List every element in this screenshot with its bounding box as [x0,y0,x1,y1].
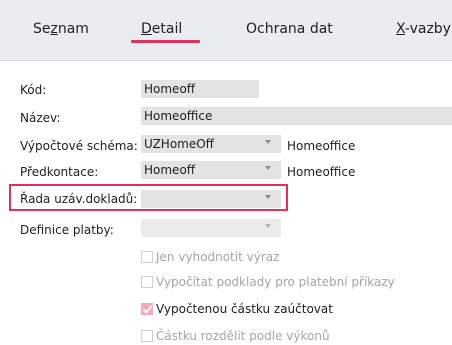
tab-seznam-label-post: nam [57,21,89,37]
tab-x-vazby[interactable]: X-vazby [396,21,451,37]
platba-select[interactable] [141,219,281,237]
tab-detail-accesskey: D [141,21,152,37]
rozdelit-checkbox-label: Částku rozdělit podle výkonů [156,329,330,343]
rada-select[interactable] [141,190,281,208]
checkbox-box [141,251,153,263]
predkontace-description: Homeoffice [287,165,356,179]
tab-bar: Seznam Detail Ochrana dat X-vazby [0,0,452,61]
rada-label: Řada uzáv.dokladů: [20,192,138,206]
platba-label: Definice platby: [20,223,114,237]
schema-description: Homeoffice [287,139,356,153]
schema-select[interactable]: UZHomeOff [141,135,281,153]
tab-x-vazby-label-post: -vazby [404,21,451,37]
nazev-field[interactable]: Homeoffice [141,107,452,125]
checkbox-box [141,276,153,288]
chevron-down-icon [265,195,271,199]
chevron-down-icon [265,166,271,170]
tab-detail[interactable]: Detail [141,21,182,37]
tab-seznam[interactable]: Seznam [33,21,89,37]
predkontace-select-value: Homeoff [144,163,196,177]
chevron-down-icon [265,224,271,228]
schema-select-value: UZHomeOff [144,137,214,151]
tab-seznam-label-pre: Se [33,21,51,37]
kod-field[interactable]: Homeoff [141,80,259,98]
predkontace-label: Předkontace: [20,165,99,179]
tab-ochrana-dat[interactable]: Ochrana dat [246,21,333,37]
predkontace-select[interactable]: Homeoff [141,161,281,179]
kod-label: Kód: [20,83,47,97]
checkbox-box [141,330,153,342]
tab-x-vazby-accesskey: X [396,21,405,37]
active-tab-indicator [131,40,200,43]
tab-seznam-accesskey: z [50,21,58,37]
tab-detail-label-post: etail [151,21,183,37]
chevron-down-icon [265,140,271,144]
zauctovat-checkbox-label: Vypočtenou částku zaúčtovat [156,302,333,316]
tab-ochrana-dat-label: Ochrana dat [246,21,333,37]
nazev-label: Název: [20,111,61,125]
vyhodnotit-checkbox-label: Jen vyhodnotit výraz [156,250,280,264]
schema-label: Výpočtové schéma: [20,139,138,153]
check-icon [141,303,153,315]
podklady-checkbox-label: Vypočítat podklady pro platební příkazy [156,275,395,289]
